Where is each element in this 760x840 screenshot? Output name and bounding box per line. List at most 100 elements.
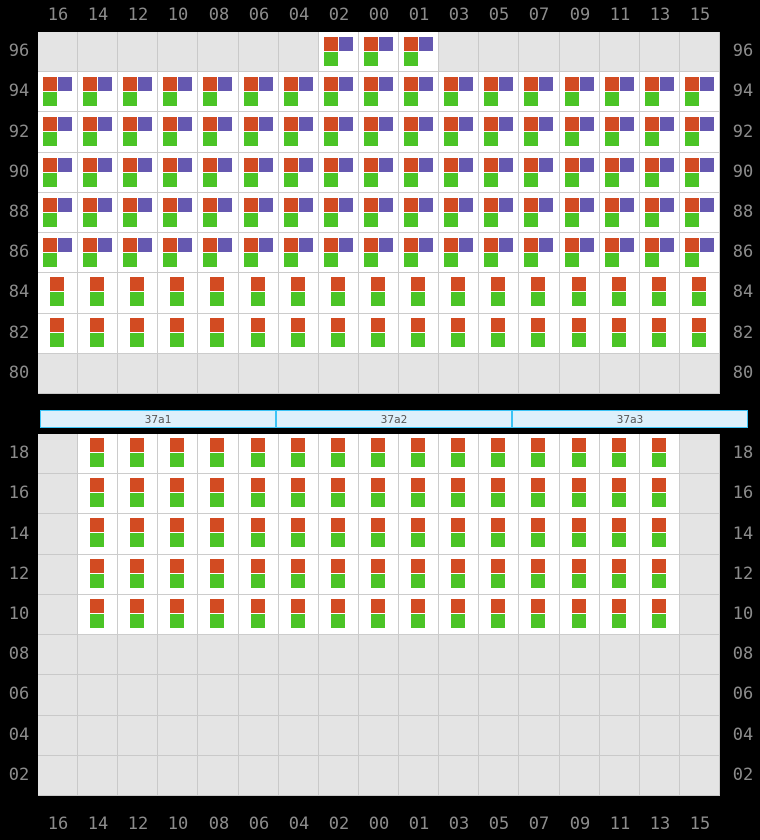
seat-cell-94-15[interactable]: [679, 72, 720, 113]
empty-cell-06-01[interactable]: [399, 675, 440, 716]
seat-cell-16-01[interactable]: [399, 474, 440, 515]
seat-cell-82-14[interactable]: [78, 313, 119, 354]
empty-cell-06-02[interactable]: [318, 675, 359, 716]
empty-cell-10-16[interactable]: [38, 594, 79, 636]
seat-cell-18-10[interactable]: [158, 434, 199, 475]
seat-cell-12-03[interactable]: [439, 554, 480, 595]
seat-cell-94-10[interactable]: [158, 72, 199, 113]
seat-cell-18-13[interactable]: [639, 434, 680, 475]
seat-cell-10-04[interactable]: [278, 594, 319, 636]
seat-cell-86-14[interactable]: [78, 233, 119, 274]
empty-cell-96-16[interactable]: [38, 32, 79, 73]
empty-cell-08-09[interactable]: [559, 635, 600, 676]
seat-cell-12-13[interactable]: [639, 554, 680, 595]
seat-cell-90-11[interactable]: [599, 152, 640, 193]
empty-cell-06-06[interactable]: [238, 675, 279, 716]
empty-cell-08-11[interactable]: [599, 635, 640, 676]
seat-cell-10-02[interactable]: [318, 594, 359, 636]
seat-cell-90-15[interactable]: [679, 152, 720, 193]
seat-cell-90-05[interactable]: [479, 152, 520, 193]
seat-cell-92-06[interactable]: [238, 112, 279, 153]
seat-cell-96-01[interactable]: [399, 32, 440, 73]
seat-cell-86-07[interactable]: [519, 233, 560, 274]
seat-cell-16-09[interactable]: [559, 474, 600, 515]
seat-cell-86-00[interactable]: [358, 233, 400, 274]
seat-cell-14-00[interactable]: [358, 514, 400, 555]
empty-cell-04-05[interactable]: [479, 715, 520, 756]
seat-cell-16-11[interactable]: [599, 474, 640, 515]
seat-cell-18-07[interactable]: [519, 434, 560, 475]
section-scale-bar[interactable]: 37a1 37a2 37a3: [40, 410, 748, 428]
seat-cell-84-07[interactable]: [519, 273, 560, 314]
seat-cell-94-00[interactable]: [358, 72, 400, 113]
seat-cell-18-06[interactable]: [238, 434, 279, 475]
empty-cell-02-10[interactable]: [158, 755, 199, 796]
seat-cell-18-14[interactable]: [78, 434, 119, 475]
empty-cell-04-04[interactable]: [278, 715, 319, 756]
seat-cell-86-10[interactable]: [158, 233, 199, 274]
seat-cell-10-08[interactable]: [198, 594, 239, 636]
seat-cell-10-09[interactable]: [559, 594, 600, 636]
seat-cell-82-05[interactable]: [479, 313, 520, 354]
seat-cell-88-06[interactable]: [238, 192, 279, 234]
seat-cell-82-10[interactable]: [158, 313, 199, 354]
empty-cell-02-03[interactable]: [439, 755, 480, 796]
empty-cell-96-11[interactable]: [599, 32, 640, 73]
seat-cell-16-07[interactable]: [519, 474, 560, 515]
seat-cell-86-12[interactable]: [118, 233, 159, 274]
empty-cell-96-07[interactable]: [519, 32, 560, 73]
empty-cell-80-09[interactable]: [559, 353, 600, 394]
empty-cell-08-15[interactable]: [679, 635, 720, 676]
seat-cell-88-10[interactable]: [158, 192, 199, 234]
empty-cell-80-13[interactable]: [639, 353, 680, 394]
seat-cell-14-10[interactable]: [158, 514, 199, 555]
seat-cell-92-09[interactable]: [559, 112, 600, 153]
seat-cell-82-11[interactable]: [599, 313, 640, 354]
seat-cell-82-04[interactable]: [278, 313, 319, 354]
empty-cell-06-05[interactable]: [479, 675, 520, 716]
seat-cell-12-01[interactable]: [399, 554, 440, 595]
seat-cell-82-08[interactable]: [198, 313, 239, 354]
seat-cell-12-08[interactable]: [198, 554, 239, 595]
seat-cell-14-02[interactable]: [318, 514, 359, 555]
seat-cell-16-12[interactable]: [118, 474, 159, 515]
empty-cell-80-14[interactable]: [78, 353, 119, 394]
empty-cell-12-15[interactable]: [679, 554, 720, 595]
seat-cell-14-12[interactable]: [118, 514, 159, 555]
scale-segment-37a3[interactable]: 37a3: [513, 411, 747, 427]
seat-cell-90-10[interactable]: [158, 152, 199, 193]
empty-cell-04-15[interactable]: [679, 715, 720, 756]
empty-cell-02-08[interactable]: [198, 755, 239, 796]
seat-cell-88-15[interactable]: [679, 192, 720, 234]
seat-cell-82-00[interactable]: [358, 313, 400, 354]
scale-segment-37a2[interactable]: 37a2: [277, 411, 513, 427]
seat-cell-88-07[interactable]: [519, 192, 560, 234]
empty-cell-80-15[interactable]: [679, 353, 720, 394]
empty-cell-06-16[interactable]: [38, 675, 79, 716]
seat-cell-90-13[interactable]: [639, 152, 680, 193]
seat-cell-88-02[interactable]: [318, 192, 359, 234]
seat-cell-92-08[interactable]: [198, 112, 239, 153]
seat-cell-94-06[interactable]: [238, 72, 279, 113]
empty-cell-80-05[interactable]: [479, 353, 520, 394]
empty-cell-04-11[interactable]: [599, 715, 640, 756]
seat-cell-10-11[interactable]: [599, 594, 640, 636]
seat-cell-12-07[interactable]: [519, 554, 560, 595]
seat-cell-90-14[interactable]: [78, 152, 119, 193]
seat-cell-82-15[interactable]: [679, 313, 720, 354]
seat-cell-90-16[interactable]: [38, 152, 79, 193]
seat-cell-86-16[interactable]: [38, 233, 79, 274]
seat-cell-12-06[interactable]: [238, 554, 279, 595]
seat-cell-94-01[interactable]: [399, 72, 440, 113]
seat-cell-14-01[interactable]: [399, 514, 440, 555]
empty-cell-08-06[interactable]: [238, 635, 279, 676]
empty-cell-06-09[interactable]: [559, 675, 600, 716]
empty-cell-04-10[interactable]: [158, 715, 199, 756]
empty-cell-96-09[interactable]: [559, 32, 600, 73]
seat-cell-88-16[interactable]: [38, 192, 79, 234]
seat-cell-92-11[interactable]: [599, 112, 640, 153]
seat-cell-84-06[interactable]: [238, 273, 279, 314]
seat-cell-16-00[interactable]: [358, 474, 400, 515]
empty-cell-08-07[interactable]: [519, 635, 560, 676]
seat-cell-82-16[interactable]: [38, 313, 79, 354]
